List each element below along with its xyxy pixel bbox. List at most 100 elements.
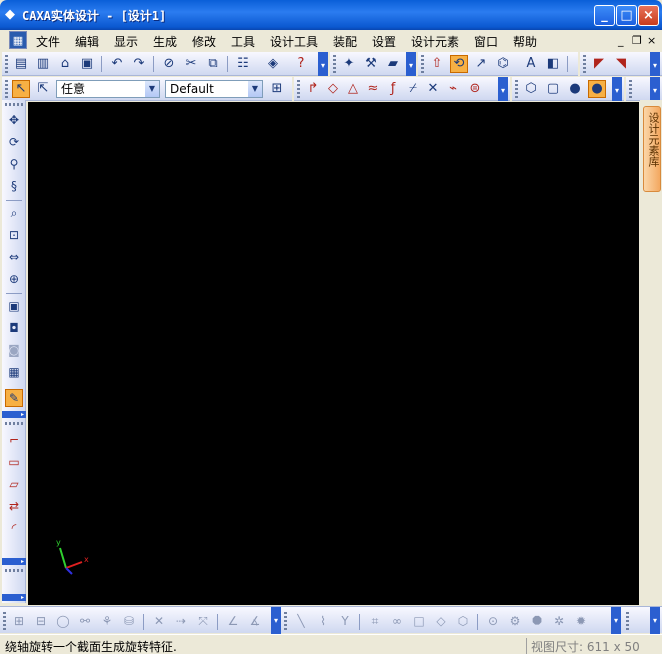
two-point-icon[interactable]: ⇄ [5,497,23,515]
toolbar-overflow-chevron[interactable]: ▾ [318,52,328,76]
toolbar-grip[interactable] [515,80,518,98]
section-icon[interactable]: ◥ [612,55,630,73]
tri-icon[interactable]: △ [344,80,362,98]
toolbar-overflow-chevron[interactable]: ▾ [406,52,416,76]
menu-generate[interactable]: 生成 [153,33,177,50]
toolbar-overflow-chevron[interactable]: ▾ [650,607,660,634]
surface-icon[interactable]: ◧ [544,55,562,73]
menu-view[interactable]: 显示 [114,33,138,50]
smart-tool-icon[interactable]: ▰ [384,55,402,73]
loft-icon[interactable]: ⌬ [494,55,512,73]
document-icon[interactable]: ▦ [9,31,27,49]
zoom-window-icon[interactable]: ⊡ [5,226,23,244]
toolbar-grip[interactable] [297,80,300,98]
menu-file[interactable]: 文件 [36,33,60,50]
sphere-icon[interactable]: ● [566,80,584,98]
new-file-icon[interactable]: ▤ [12,55,30,73]
minimize-button[interactable]: _ [594,5,615,26]
menu-assembly[interactable]: 装配 [333,33,357,50]
arrow-icon[interactable]: ↱ [304,80,322,98]
render-icon[interactable]: ✦ [340,55,358,73]
toolbar-grip[interactable] [333,55,336,73]
sweep-icon[interactable]: ↗ [472,55,490,73]
toolbar-grip[interactable] [284,612,287,630]
rotate-view-icon[interactable]: ⟳ [5,133,23,151]
link-icon[interactable]: ⊘ [160,55,178,73]
project-icon[interactable]: ⊜ [466,80,484,98]
toolbar-overflow-chevron[interactable]: ▸ [2,594,26,601]
close-button[interactable]: × [638,5,659,26]
toolbar-overflow-chevron[interactable]: ▾ [650,52,660,76]
new-design-icon[interactable]: ▥ [34,55,52,73]
sketch-profile-icon[interactable]: ⌐ [5,431,23,449]
zoom-icon[interactable]: ⌕ [5,204,23,222]
menu-modify[interactable]: 修改 [192,33,216,50]
toolbar-grip[interactable] [629,80,632,98]
mdi-minimize-button[interactable]: _ [618,34,624,47]
toolbar-grip[interactable] [5,103,23,106]
arc-icon[interactable]: ◜ [5,519,23,537]
help-cursor-icon[interactable]: ? [292,55,310,73]
cut-icon[interactable]: ✂ [182,55,200,73]
save-icon[interactable]: ▣ [78,55,96,73]
copy-icon[interactable]: ⧉ [204,55,222,73]
smart-dim-icon[interactable]: ◤ [590,55,608,73]
toolbar-overflow-chevron[interactable]: ▾ [650,77,660,101]
extrude-icon[interactable]: ⇧ [428,55,446,73]
maximize-button[interactable]: □ [616,5,637,26]
mdi-close-button[interactable]: × [647,34,656,47]
toolbar-overflow-chevron[interactable]: ▾ [498,77,508,101]
mdi-restore-button[interactable]: ❐ [632,34,642,47]
paint-brush-icon[interactable]: ✎ [5,389,23,407]
toolbar-grip[interactable] [421,55,424,73]
trim-icon[interactable]: ⌿ [404,80,422,98]
surface-curve-icon[interactable]: ≈ [364,80,382,98]
design-library-tab[interactable]: 设计元素库 [643,106,661,192]
menu-window[interactable]: 窗口 [474,33,498,50]
toolbar-grip[interactable] [626,612,629,630]
camera-light-icon[interactable]: ▦ [5,363,23,381]
intersect-icon[interactable]: ⌁ [444,80,462,98]
toolbar-overflow-chevron[interactable]: ▾ [271,607,281,634]
toolbar-overflow-chevron[interactable]: ▾ [611,607,621,634]
text-icon[interactable]: A [522,55,540,73]
toolbar-grip[interactable] [5,422,23,425]
chevron-down-icon[interactable]: ▼ [145,81,159,97]
rectangle-edit-icon[interactable]: ▱ [5,475,23,493]
select-filter-icon[interactable]: ⇱ [34,80,52,98]
toolbar-overflow-chevron[interactable]: ▸ [2,558,26,565]
menu-edit[interactable]: 编辑 [75,33,99,50]
menu-design-tools[interactable]: 设计工具 [270,33,318,50]
break-icon[interactable]: ✕ [424,80,442,98]
camera-icon[interactable]: ▣ [5,297,23,315]
toolbar-grip[interactable] [5,569,23,572]
fit-icon[interactable]: ⊕ [5,270,23,288]
properties-icon[interactable]: ☷ [234,55,252,73]
plane-icon[interactable]: ◇ [324,80,342,98]
style-select[interactable]: Default ▼ [165,80,263,98]
menu-design-elements[interactable]: 设计元素 [411,33,459,50]
open-icon[interactable]: ⌂ [56,55,74,73]
parts-icon[interactable]: ⚒ [362,55,380,73]
toolbar-grip[interactable] [583,55,586,73]
toolbar-grip[interactable] [5,80,8,98]
camera-target-icon[interactable]: ◘ [5,319,23,337]
toolbar-overflow-chevron[interactable]: ▸ [2,411,26,418]
box-icon[interactable]: ⬡ [522,80,540,98]
fly-icon[interactable]: § [5,177,23,195]
toolbar-overflow-chevron[interactable]: ▾ [612,77,622,101]
toolbar-grip[interactable] [5,55,8,73]
cube-icon[interactable]: ▢ [544,80,562,98]
rectangle-icon[interactable]: ▭ [5,453,23,471]
toolbar-grip[interactable] [3,612,6,630]
menu-tools[interactable]: 工具 [231,33,255,50]
walk-icon[interactable]: ⚲ [5,155,23,173]
menu-settings[interactable]: 设置 [372,33,396,50]
undo-icon[interactable]: ↶ [108,55,126,73]
revolve-icon[interactable]: ⟲ [450,55,468,73]
selection-mode-select[interactable]: 任意 ▼ [56,80,160,98]
pan-icon[interactable]: ⇔ [5,248,23,266]
redo-icon[interactable]: ↷ [130,55,148,73]
menu-help[interactable]: 帮助 [513,33,537,50]
select-arrow-icon[interactable]: ↖ [12,80,30,98]
